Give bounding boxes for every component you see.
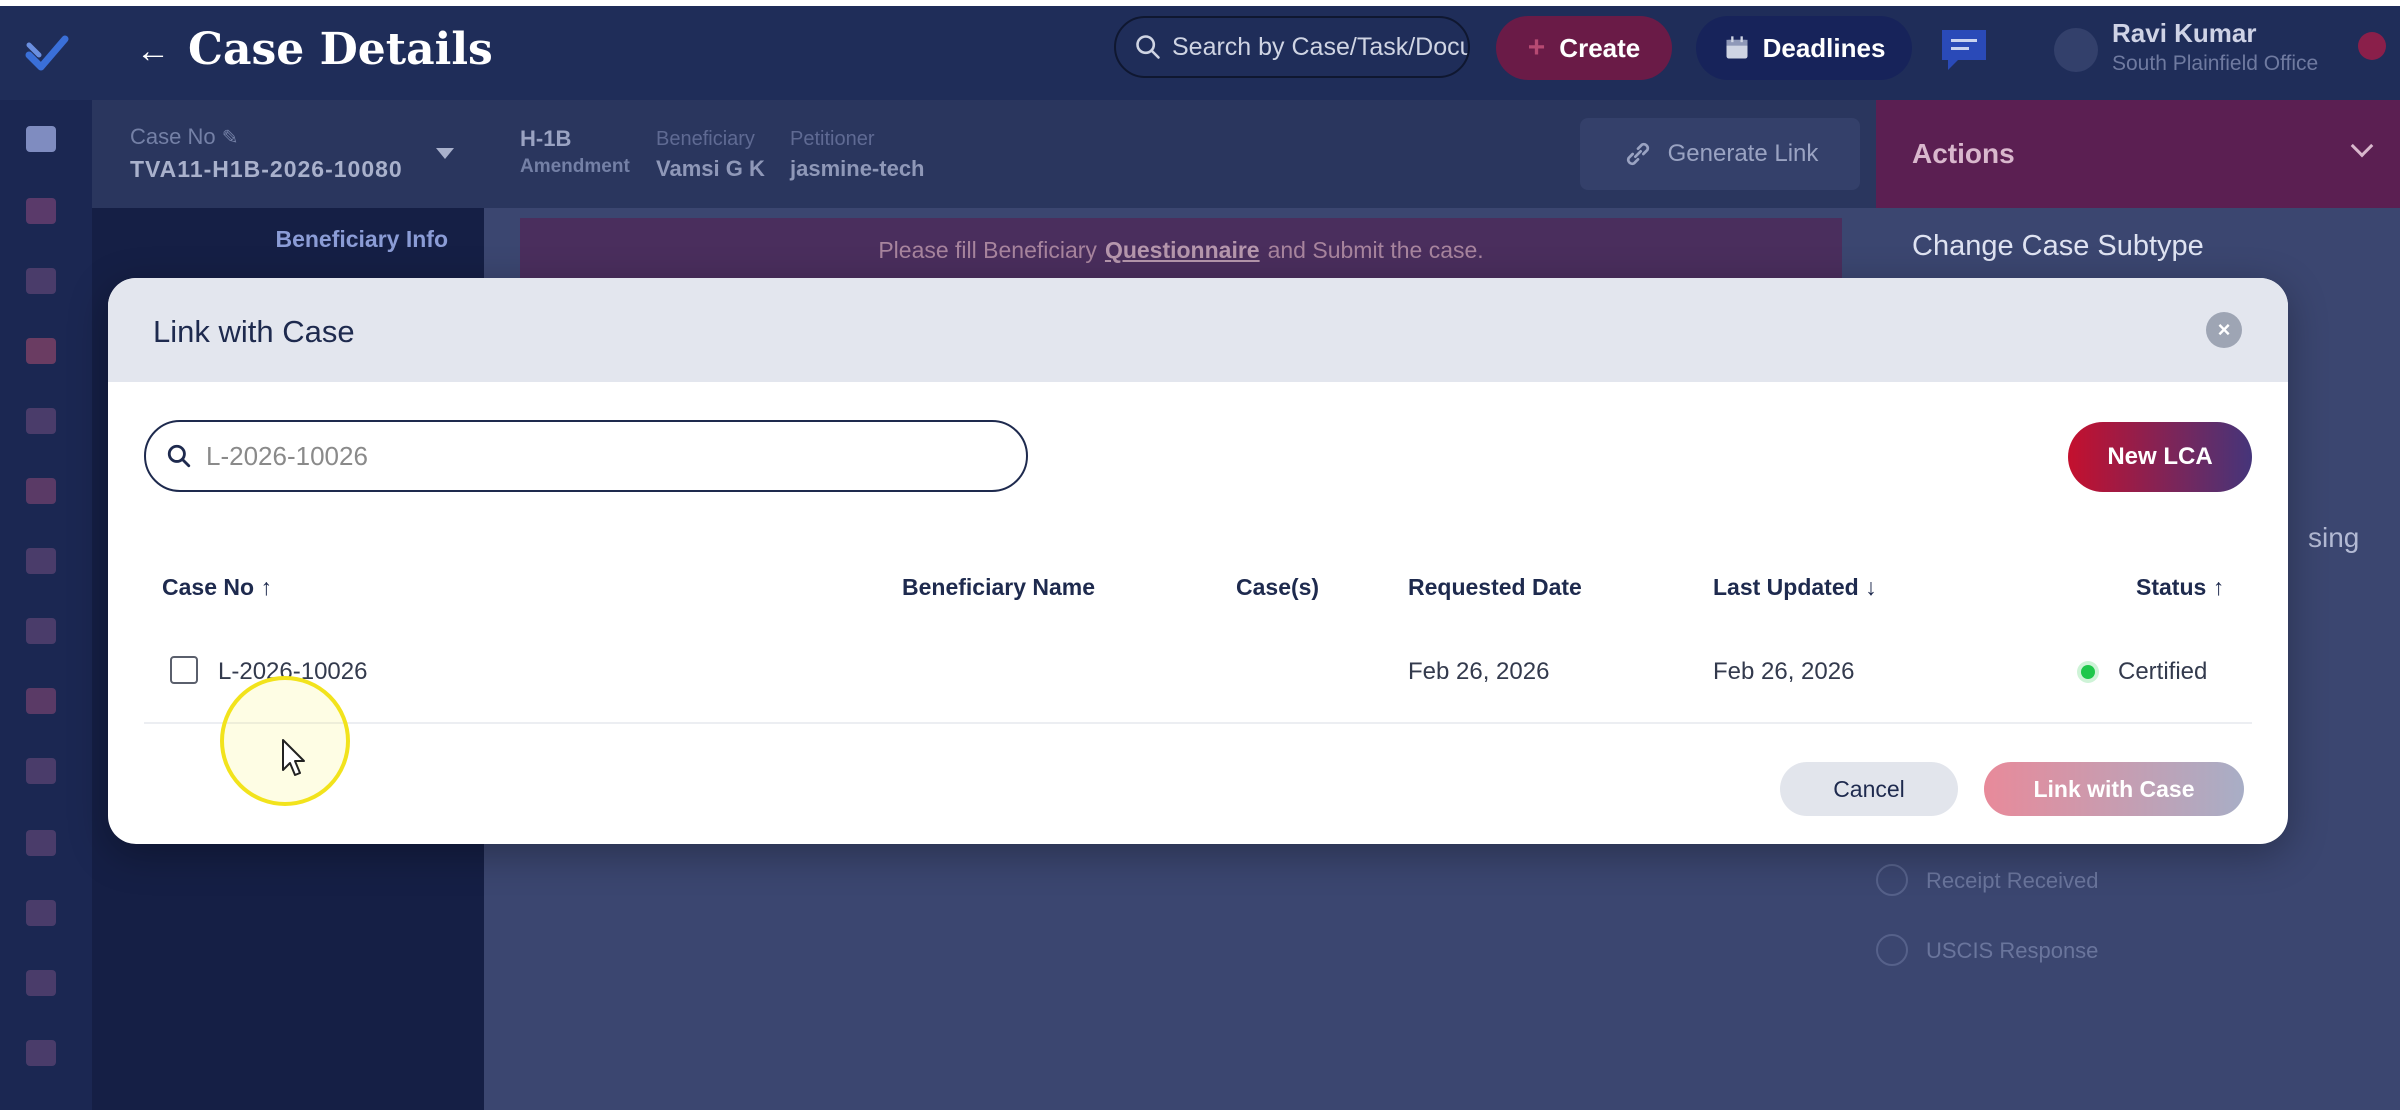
reports-icon[interactable] xyxy=(26,408,56,434)
check-logo-icon xyxy=(25,35,69,71)
new-lca-label: New LCA xyxy=(2107,443,2213,470)
row-divider xyxy=(144,722,2252,724)
timeline-step-icon xyxy=(1876,934,1908,966)
case-no-value: TVA11-H1B-2026-10080 xyxy=(130,156,403,182)
column-header-status[interactable]: Status ↑ xyxy=(2136,574,2224,601)
column-header-beneficiary-name[interactable]: Beneficiary Name xyxy=(902,574,1095,601)
link-with-case-label: Link with Case xyxy=(2033,775,2195,802)
beneficiary-value: Vamsi G K xyxy=(656,156,765,181)
clients-icon[interactable] xyxy=(26,830,56,856)
messages-icon[interactable] xyxy=(26,478,56,504)
petitioner-value: jasmine-tech xyxy=(790,156,925,181)
chat-icon[interactable] xyxy=(1938,26,1990,74)
timeline-receipt-received: Receipt Received xyxy=(1926,868,2099,893)
sort-arrow-up-icon: ↑ xyxy=(260,574,272,600)
row-status: Certified xyxy=(2118,658,2208,685)
user-menu-icon[interactable] xyxy=(2358,32,2386,60)
case-no-label: Case No ✎ xyxy=(130,124,239,149)
global-search-placeholder: Search by Case/Task/Docu xyxy=(1172,32,1470,61)
actions-panel-header[interactable]: Actions xyxy=(1876,100,2400,208)
plus-icon: + xyxy=(1527,31,1546,64)
left-nav xyxy=(0,100,92,1110)
cases-icon[interactable] xyxy=(26,198,56,224)
column-header-case-no[interactable]: Case No ↑ xyxy=(162,574,272,601)
column-header-cases[interactable]: Case(s) xyxy=(1236,574,1319,601)
generate-link-label: Generate Link xyxy=(1667,140,1819,167)
create-label: Create xyxy=(1559,32,1641,63)
close-icon[interactable]: × xyxy=(2206,312,2242,348)
new-lca-button[interactable]: New LCA xyxy=(2068,422,2252,492)
sort-arrow-down-icon: ↓ xyxy=(1865,574,1877,600)
status-dot-icon xyxy=(2081,665,2095,679)
notes-icon[interactable] xyxy=(26,618,56,644)
action-partial-text: sing xyxy=(2308,522,2360,553)
deadlines-button[interactable]: Deadlines xyxy=(1696,16,1912,80)
dashboard-icon[interactable] xyxy=(26,126,56,152)
global-search-input[interactable]: Search by Case/Task/Docu xyxy=(1114,16,1470,78)
questionnaire-banner: Please fill Beneficiary Questionnaire an… xyxy=(520,218,1842,282)
beneficiary-label: Beneficiary xyxy=(656,128,755,150)
case-search-input[interactable] xyxy=(206,440,986,472)
modal-title: Link with Case xyxy=(153,314,355,349)
column-header-last-updated[interactable]: Last Updated ↓ xyxy=(1713,574,1877,601)
cancel-button[interactable]: Cancel xyxy=(1780,762,1958,816)
lca-icon[interactable] xyxy=(26,758,56,784)
sort-arrow-up-icon: ↑ xyxy=(2212,574,2225,600)
timeline-step-icon xyxy=(1876,864,1908,896)
chevron-down-icon[interactable] xyxy=(436,148,454,159)
billing-icon[interactable] xyxy=(26,688,56,714)
user-office: South Plainfield Office xyxy=(2112,52,2319,75)
calendar-icon xyxy=(1726,36,1748,59)
app-window: ← Case Details Search by Case/Task/Docu … xyxy=(0,6,2400,1110)
users-icon[interactable] xyxy=(26,900,56,926)
create-button[interactable]: + Create xyxy=(1496,16,1672,80)
column-header-requested-date[interactable]: Requested Date xyxy=(1408,574,1582,601)
avatar[interactable] xyxy=(2054,28,2098,72)
case-type: H-1B xyxy=(520,126,572,151)
folder-icon[interactable] xyxy=(26,970,56,996)
link-with-case-modal: Link with Case × New LCA Case No ↑ Benef… xyxy=(108,278,2288,844)
arrow-left-icon[interactable]: ← xyxy=(136,32,170,71)
sidebar-item-beneficiary-info[interactable]: Beneficiary Info xyxy=(92,226,448,253)
brand-logo[interactable] xyxy=(0,6,94,100)
generate-link-button[interactable]: Generate Link xyxy=(1580,118,1860,190)
row-checkbox[interactable] xyxy=(170,656,198,684)
tasks-icon[interactable] xyxy=(26,338,56,364)
search-icon xyxy=(1136,35,1160,59)
pencil-icon[interactable]: ✎ xyxy=(222,127,239,149)
petitioner-label: Petitioner xyxy=(790,128,875,150)
documents-icon[interactable] xyxy=(26,268,56,294)
banner-text: Please fill Beneficiary xyxy=(878,236,1097,263)
row-last-updated: Feb 26, 2026 xyxy=(1713,658,1855,685)
actions-title: Actions xyxy=(1912,138,2015,169)
questionnaire-link[interactable]: Questionnaire xyxy=(1105,237,1260,264)
settings-icon[interactable] xyxy=(26,1040,56,1066)
case-subtype: Amendment xyxy=(520,156,630,177)
forms-icon[interactable] xyxy=(26,548,56,574)
row-requested-date: Feb 26, 2026 xyxy=(1408,658,1550,685)
link-icon xyxy=(1626,142,1649,166)
modal-header: Link with Case × xyxy=(108,278,2288,382)
deadlines-label: Deadlines xyxy=(1762,32,1886,63)
change-case-subtype-action[interactable]: Change Case Subtype xyxy=(1912,230,2204,263)
page-title: Case Details xyxy=(188,24,493,75)
link-with-case-button[interactable]: Link with Case xyxy=(1984,762,2244,816)
case-search-field[interactable] xyxy=(144,420,1028,492)
cancel-label: Cancel xyxy=(1833,775,1905,802)
timeline-uscis-response: USCIS Response xyxy=(1926,938,2099,963)
user-name: Ravi Kumar xyxy=(2112,18,2257,48)
search-icon xyxy=(167,444,191,468)
banner-text-end: and Submit the case. xyxy=(1267,236,1484,263)
mouse-pointer-icon xyxy=(282,739,305,776)
top-bar: ← Case Details Search by Case/Task/Docu … xyxy=(0,6,2400,100)
